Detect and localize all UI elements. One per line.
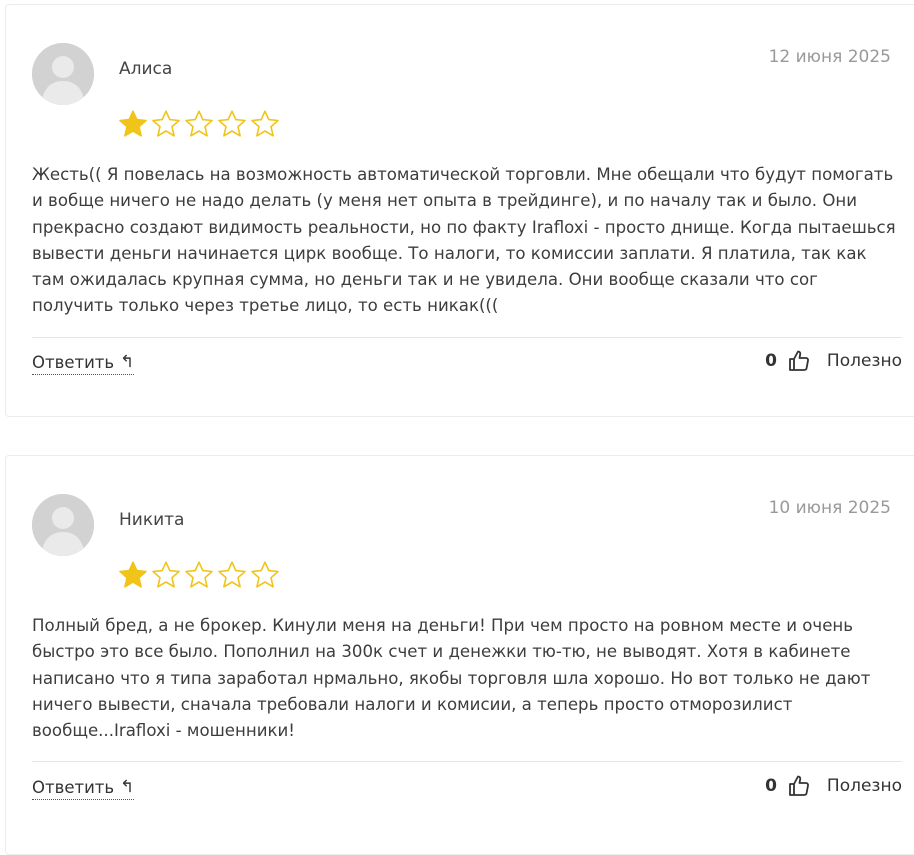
review-text: Жесть(( Я повелась на возможность автома… xyxy=(32,165,896,316)
review-card: Никита 10 июня 2025 Полный бред, а не бр… xyxy=(5,455,914,855)
user-silhouette-icon xyxy=(32,43,94,105)
avatar xyxy=(32,494,94,556)
reply-label: Ответить xyxy=(32,353,115,372)
avatar xyxy=(32,43,94,105)
star-outline-icon xyxy=(152,110,180,137)
review-author: Никита xyxy=(119,510,185,530)
divider xyxy=(32,337,902,338)
reply-arrow-icon: ↰ xyxy=(120,352,135,372)
reply-arrow-icon: ↰ xyxy=(120,777,135,797)
helpful-button[interactable]: Полезно xyxy=(827,776,902,796)
rating-stars xyxy=(118,560,280,590)
reply-label: Ответить xyxy=(32,778,115,797)
star-outline-icon xyxy=(251,561,279,588)
review-author: Алиса xyxy=(119,59,173,79)
thumbs-up-icon[interactable] xyxy=(787,774,811,798)
review-card: Алиса 12 июня 2025 Жесть(( Я повелась на… xyxy=(5,4,914,417)
reply-button[interactable]: Ответить ↰ xyxy=(32,352,135,375)
helpful-count: 0 xyxy=(765,351,777,371)
divider xyxy=(32,761,902,762)
helpful-section: 0 Полезно xyxy=(765,774,902,798)
reply-button[interactable]: Ответить ↰ xyxy=(32,777,135,800)
rating-stars xyxy=(118,109,280,139)
star-filled-icon xyxy=(119,561,147,588)
helpful-count: 0 xyxy=(765,776,777,796)
star-outline-icon xyxy=(251,110,279,137)
star-outline-icon xyxy=(218,110,246,137)
star-outline-icon xyxy=(152,561,180,588)
review-date: 12 июня 2025 xyxy=(768,47,891,67)
helpful-button[interactable]: Полезно xyxy=(827,351,902,371)
star-outline-icon xyxy=(185,110,213,137)
star-filled-icon xyxy=(119,110,147,137)
review-text: Полный бред, а не брокер. Кинули меня на… xyxy=(32,616,871,741)
thumbs-up-icon[interactable] xyxy=(787,349,811,373)
review-date: 10 июня 2025 xyxy=(768,498,891,518)
helpful-section: 0 Полезно xyxy=(765,349,902,373)
star-outline-icon xyxy=(185,561,213,588)
user-silhouette-icon xyxy=(32,494,94,556)
star-outline-icon xyxy=(218,561,246,588)
